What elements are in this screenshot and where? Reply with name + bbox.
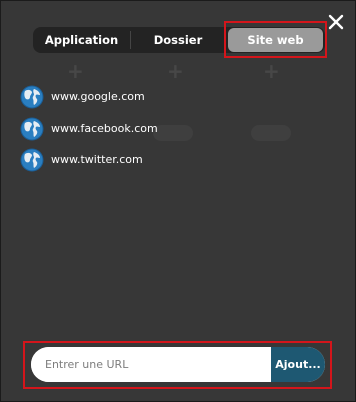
globe-icon [20,148,44,172]
url-entry-bar: Ajout... [31,347,325,382]
globe-icon [20,117,44,141]
ghost-add-icon: + [67,59,84,83]
tab-application[interactable]: Application [33,27,130,53]
tab-folder[interactable]: Dossier [130,27,226,53]
site-item-twitter[interactable]: www.twitter.com [20,148,280,172]
site-label: www.google.com [51,90,145,103]
tab-website[interactable]: Site web [228,28,323,52]
category-tabs: Application Dossier Site web [33,27,325,53]
site-item-facebook[interactable]: www.facebook.com [20,117,280,141]
site-label: www.twitter.com [51,153,143,166]
ghost-add-icon: + [167,59,184,83]
add-button[interactable]: Ajout... [271,347,325,382]
ghost-add-icon: + [263,59,280,83]
globe-icon [20,85,44,109]
site-label: www.facebook.com [51,122,158,135]
app-picker-window: + + + Application Dossier Site web www.g… [0,0,356,402]
close-button[interactable] [325,11,347,33]
url-input[interactable] [31,347,271,382]
site-item-google[interactable]: www.google.com [20,85,280,109]
close-icon [328,14,344,30]
